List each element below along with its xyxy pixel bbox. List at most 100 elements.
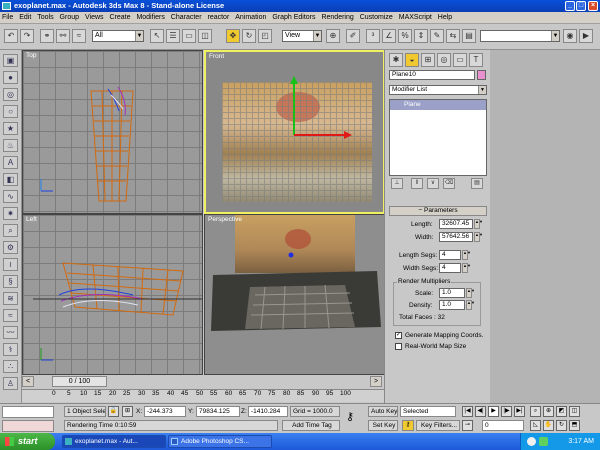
create-tab-icon[interactable]: ✱ bbox=[389, 53, 403, 67]
next-frame-icon[interactable]: |▶ bbox=[501, 406, 512, 417]
zoom-icon[interactable]: ⌕ bbox=[530, 406, 541, 417]
density-field[interactable]: 1.0 bbox=[439, 300, 465, 310]
create-hose-icon[interactable]: ≀ bbox=[3, 258, 18, 271]
start-button[interactable]: start bbox=[0, 433, 55, 450]
width-spinner[interactable]: ▲▼ bbox=[474, 232, 483, 242]
current-frame-field[interactable]: 0 bbox=[482, 420, 524, 431]
undo-icon[interactable]: ↶ bbox=[4, 29, 18, 43]
absolute-mode-icon[interactable]: ⊞ bbox=[122, 406, 133, 417]
play-icon[interactable]: ▶ bbox=[488, 406, 499, 417]
window-crossing-icon[interactable]: ◫ bbox=[198, 29, 212, 43]
menu-character[interactable]: Character bbox=[169, 14, 204, 21]
unlink-icon[interactable]: ⚯ bbox=[56, 29, 70, 43]
create-gear-icon[interactable]: ⚙ bbox=[3, 241, 18, 254]
selection-filter-dropdown[interactable]: All ▼ bbox=[92, 30, 144, 42]
tray-icon[interactable] bbox=[539, 437, 548, 446]
prev-frame-icon[interactable]: < bbox=[22, 376, 34, 387]
create-ripple-icon[interactable]: ≈ bbox=[3, 309, 18, 322]
create-sphere-icon[interactable]: ● bbox=[3, 71, 18, 84]
taskbar-item-photoshop[interactable]: Adobe Photoshop CS... bbox=[168, 435, 272, 448]
move-icon[interactable]: ✥ bbox=[226, 29, 240, 43]
menu-group[interactable]: Group bbox=[58, 14, 81, 21]
create-wave-icon[interactable]: ≋ bbox=[3, 292, 18, 305]
modifier-list-dropdown[interactable]: Modifier List ▼ bbox=[389, 85, 487, 95]
remove-modifier-icon[interactable]: ⌫ bbox=[443, 178, 455, 189]
select-by-name-icon[interactable]: ☰ bbox=[166, 29, 180, 43]
density-spinner[interactable]: ▲▼ bbox=[466, 300, 475, 310]
length-spinner[interactable]: ▲▼ bbox=[474, 219, 483, 229]
make-unique-icon[interactable]: ∨ bbox=[427, 178, 439, 189]
scale-field[interactable]: 1.0 bbox=[439, 288, 465, 298]
real-world-map-checkbox[interactable] bbox=[395, 343, 402, 350]
viewport-left[interactable]: Left bbox=[22, 214, 203, 375]
viewport-perspective[interactable]: Perspective bbox=[204, 214, 385, 375]
manipulate-icon[interactable]: ✐ bbox=[346, 29, 360, 43]
create-box-icon[interactable]: ▣ bbox=[3, 54, 18, 67]
menu-help[interactable]: Help bbox=[436, 14, 454, 21]
bind-space-warp-icon[interactable]: ≈ bbox=[72, 29, 86, 43]
menu-rendering[interactable]: Rendering bbox=[319, 14, 355, 21]
create-particle-icon[interactable]: ∴ bbox=[3, 360, 18, 373]
hierarchy-tab-icon[interactable]: ⊞ bbox=[421, 53, 435, 67]
display-tab-icon[interactable]: ▭ bbox=[453, 53, 467, 67]
viewport-front[interactable]: Front bbox=[204, 50, 385, 214]
key-mode-toggle-icon[interactable]: ⊸ bbox=[462, 420, 473, 431]
create-spring-icon[interactable]: § bbox=[3, 275, 18, 288]
named-selection-sets-dropdown[interactable]: ▼ bbox=[480, 30, 560, 42]
rotate-icon[interactable]: ↻ bbox=[242, 29, 256, 43]
rectangular-region-icon[interactable]: ▭ bbox=[182, 29, 196, 43]
percent-snap-icon[interactable]: % bbox=[398, 29, 412, 43]
reference-coordinate-dropdown[interactable]: View ▼ bbox=[282, 30, 322, 42]
maxscript-listener[interactable] bbox=[2, 406, 54, 418]
link-icon[interactable]: ⚭ bbox=[40, 29, 54, 43]
align-icon[interactable]: ▤ bbox=[462, 29, 476, 43]
create-helper-icon[interactable]: ◧ bbox=[3, 173, 18, 186]
named-selection-icon[interactable]: ✎ bbox=[430, 29, 444, 43]
arc-rotate-icon[interactable]: ↻ bbox=[556, 420, 567, 431]
menu-modifiers[interactable]: Modifiers bbox=[134, 14, 166, 21]
y-coordinate-field[interactable]: 79834.125 bbox=[196, 406, 240, 417]
lock-selection-icon[interactable]: 🔒 bbox=[108, 406, 119, 417]
tray-icon[interactable] bbox=[527, 437, 536, 446]
pivot-center-icon[interactable]: ⊕ bbox=[326, 29, 340, 43]
menu-reactor[interactable]: reactor bbox=[205, 14, 231, 21]
create-torus-icon[interactable]: ○ bbox=[3, 105, 18, 118]
previous-frame-icon[interactable]: ◀| bbox=[475, 406, 486, 417]
menu-file[interactable]: File bbox=[0, 14, 15, 21]
frame-ruler[interactable]: 0 5 10 15 20 25 30 35 40 45 50 55 60 65 … bbox=[22, 389, 384, 402]
minimize-button[interactable]: _ bbox=[565, 1, 575, 11]
create-light-icon[interactable]: ✷ bbox=[3, 207, 18, 220]
length-segs-field[interactable]: 4 bbox=[439, 250, 461, 260]
show-end-result-icon[interactable]: ‖ bbox=[411, 178, 423, 189]
width-segs-spinner[interactable]: ▲▼ bbox=[462, 263, 471, 273]
maxscript-mini-listener[interactable] bbox=[2, 420, 54, 432]
stack-item-plane[interactable]: Plane bbox=[390, 100, 486, 110]
menu-customize[interactable]: Customize bbox=[358, 14, 395, 21]
create-camera-icon[interactable]: ⌕ bbox=[3, 224, 18, 237]
parameters-rollout-header[interactable]: − Parameters bbox=[389, 206, 487, 216]
mirror-icon[interactable]: ⇆ bbox=[446, 29, 460, 43]
go-to-end-icon[interactable]: ▶| bbox=[514, 406, 525, 417]
generate-mapping-checkbox[interactable]: ✓ bbox=[395, 332, 402, 339]
key-mode-dropdown[interactable]: Selected bbox=[400, 406, 456, 417]
create-star-icon[interactable]: ★ bbox=[3, 122, 18, 135]
key-filters-button[interactable]: Key Filters... bbox=[416, 420, 460, 431]
menu-tools[interactable]: Tools bbox=[35, 14, 55, 21]
configure-modifier-icon[interactable]: ▤ bbox=[471, 178, 483, 189]
add-time-tag-button[interactable]: Add Time Tag bbox=[282, 420, 340, 431]
menu-graph-editors[interactable]: Graph Editors bbox=[270, 14, 317, 21]
go-to-start-icon[interactable]: |◀ bbox=[462, 406, 473, 417]
scale-spinner[interactable]: ▲▼ bbox=[466, 288, 475, 298]
angle-snap-icon[interactable]: ∠ bbox=[382, 29, 396, 43]
auto-key-button[interactable]: Auto Key bbox=[368, 406, 398, 417]
select-object-icon[interactable]: ↖ bbox=[150, 29, 164, 43]
object-name-field[interactable]: Plane10 bbox=[389, 70, 475, 80]
motion-tab-icon[interactable]: ◎ bbox=[437, 53, 451, 67]
pan-icon[interactable]: ✋ bbox=[543, 420, 554, 431]
time-slider[interactable]: 0 / 100 bbox=[52, 376, 107, 387]
spinner-snap-icon[interactable]: ⇕ bbox=[414, 29, 428, 43]
redo-icon[interactable]: ↷ bbox=[20, 29, 34, 43]
viewport-top[interactable]: Top bbox=[22, 50, 203, 214]
menu-views[interactable]: Views bbox=[83, 14, 106, 21]
menu-create[interactable]: Create bbox=[107, 14, 132, 21]
